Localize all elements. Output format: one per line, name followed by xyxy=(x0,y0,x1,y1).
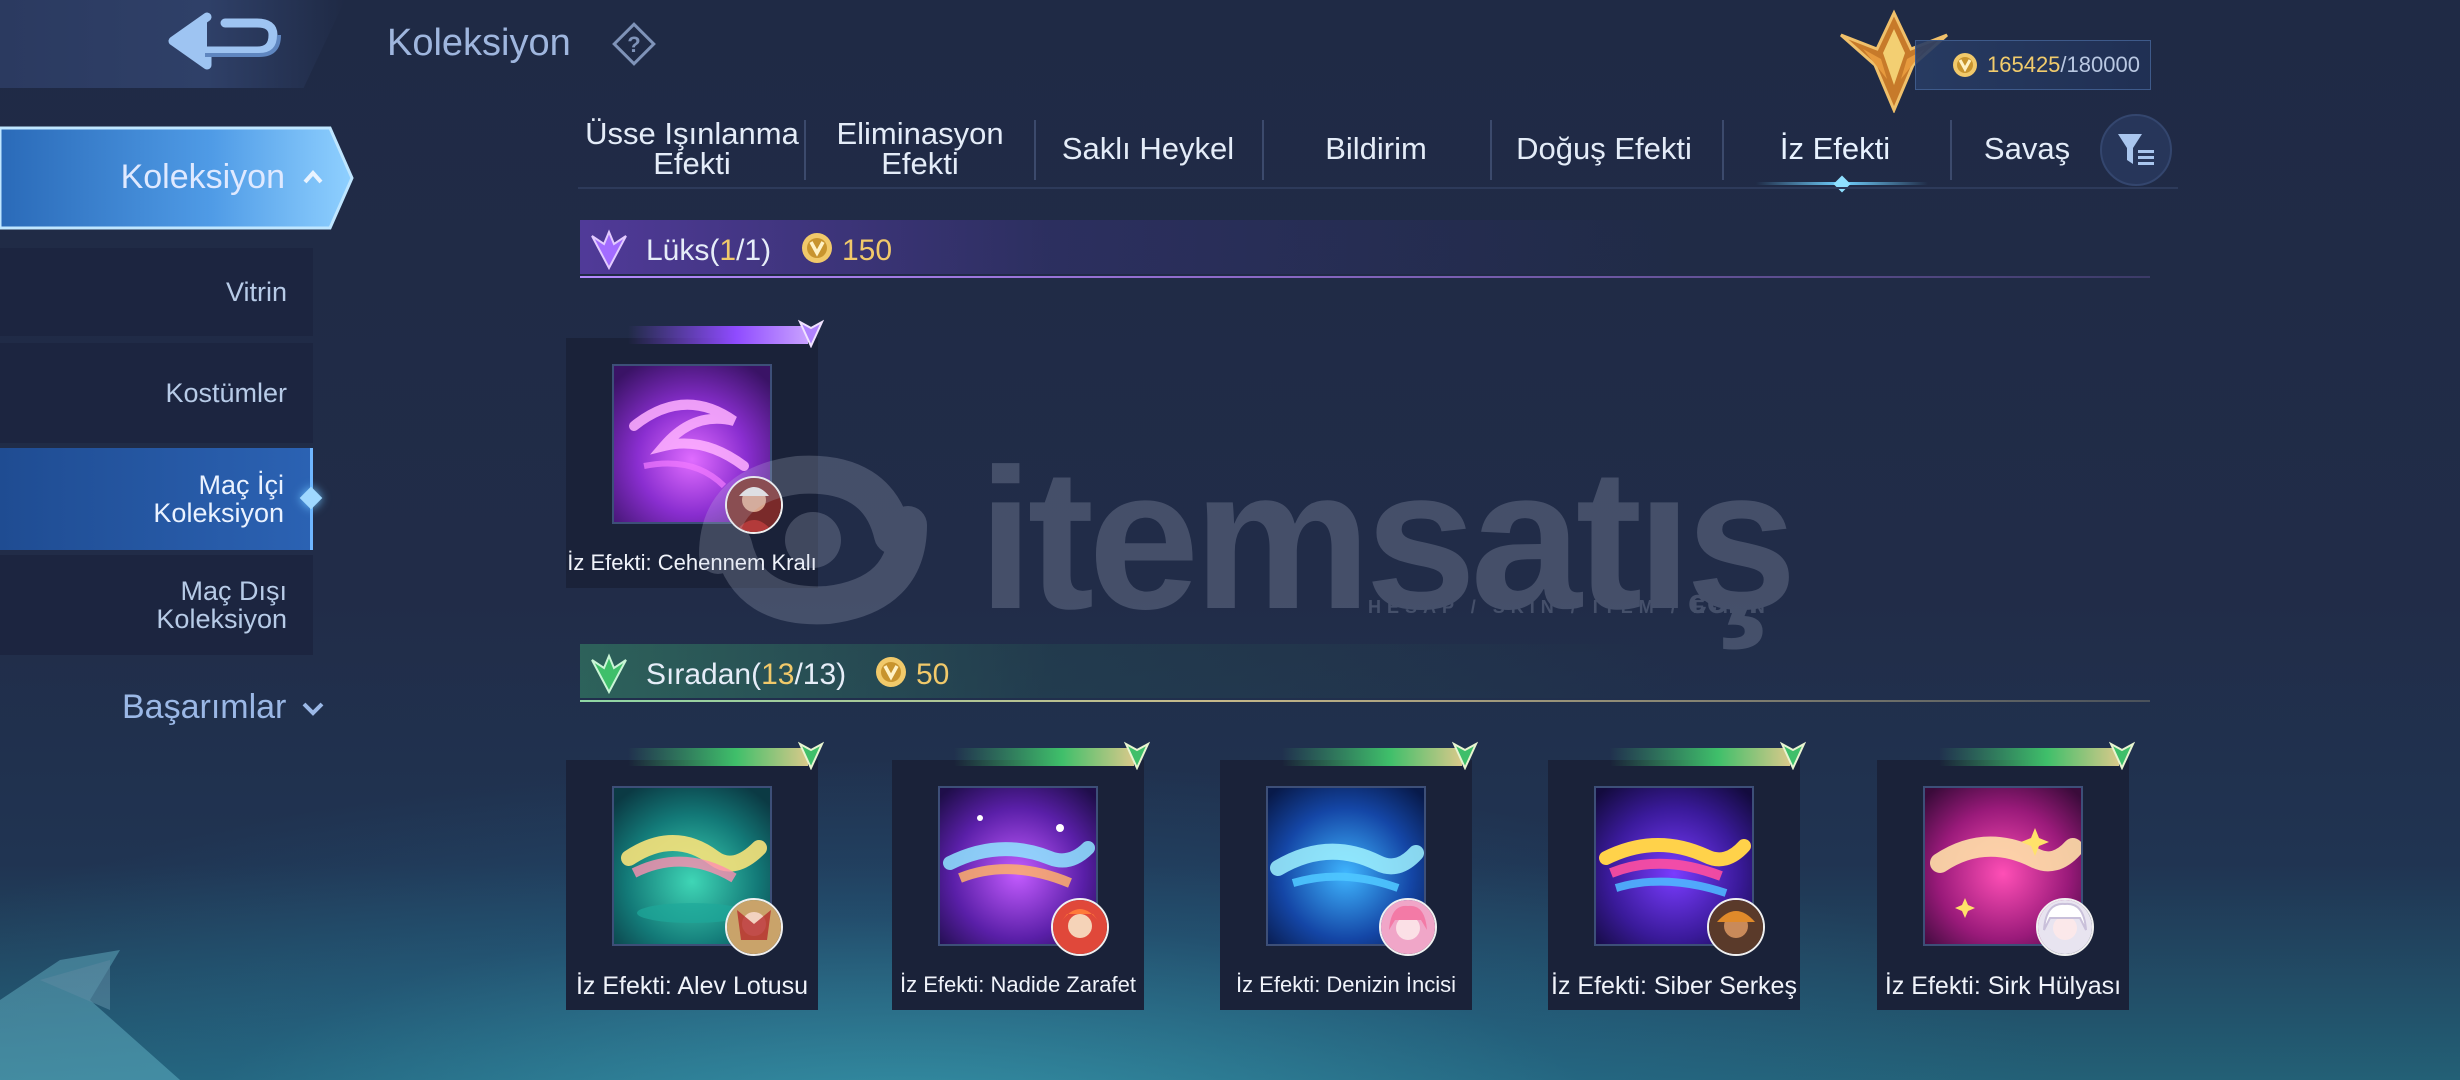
sidebar-item-label: Kostümler xyxy=(165,378,287,408)
tab-label: Üsse Işınlanma Efekti xyxy=(585,116,799,181)
tab-iz-efekti[interactable]: İz Efekti xyxy=(1728,110,1942,188)
hero-avatar xyxy=(1051,898,1109,956)
tab-label: Saklı Heykel xyxy=(1061,131,1235,166)
tab-bildirim[interactable]: Bildirim xyxy=(1262,110,1490,188)
help-icon: ? xyxy=(612,22,656,66)
coin-icon xyxy=(876,657,906,687)
tab-label: Doğuş Efekti xyxy=(1516,131,1692,166)
section-header-luks: Lüks(1/1) 150 xyxy=(580,220,2150,278)
sidebar-achievements[interactable]: Başarımlar xyxy=(122,688,326,727)
help-button[interactable]: ? xyxy=(612,22,656,66)
common-gem-icon xyxy=(591,653,627,694)
card-rarity-bar xyxy=(628,748,808,766)
corner-ornament xyxy=(0,950,180,1080)
card-name: İz Efekti: Cehennem Kralı xyxy=(567,550,817,575)
card-name: İz Efekti: Alev Lotusu xyxy=(575,972,809,1000)
section-total: 1 xyxy=(744,234,762,267)
chevron-down-icon xyxy=(302,702,324,716)
achievements-label: Başarımlar xyxy=(122,688,287,726)
tab-label: Bildirim xyxy=(1325,131,1427,166)
section-title: Sıradan(13/13) xyxy=(646,658,847,691)
section-header-siradan: Sıradan(13/13) 50 xyxy=(580,644,2150,702)
hero-avatar xyxy=(725,476,783,534)
card-name: İz Efekti: Sirk Hülyası xyxy=(1884,972,2122,1000)
card-rarity-bar xyxy=(1282,748,1462,766)
section-owned: 1 xyxy=(719,234,737,267)
currency-display[interactable]: 165425/180000 xyxy=(1915,40,2151,90)
section-title: Lüks(1/1) xyxy=(646,234,772,267)
page-title: Koleksiyon xyxy=(387,22,571,64)
tab-eliminasyon-efekti[interactable]: Eliminasyon Efekti xyxy=(806,110,1034,188)
filter-icon xyxy=(2118,134,2154,165)
help-symbol: ? xyxy=(627,32,640,57)
card-rarity-bar xyxy=(954,748,1134,766)
sidebar-item-label: Vitrin xyxy=(225,277,287,307)
sidebar-main-label: Koleksiyon xyxy=(120,158,285,196)
collection-card[interactable]: İz Efekti: Siber Serkeş xyxy=(1548,741,1806,1010)
card-rarity-bar xyxy=(1610,748,1790,766)
collection-card[interactable]: İz Efekti: Cehennem Kralı xyxy=(566,319,824,588)
tab-dogus-efekti[interactable]: Doğuş Efekti xyxy=(1490,110,1718,188)
luxury-gem-icon xyxy=(798,319,824,348)
tab-sakli-heykel[interactable]: Saklı Heykel xyxy=(1034,110,1262,188)
filter-button[interactable] xyxy=(2100,114,2172,186)
tabs-baseline xyxy=(578,187,2178,189)
coin-icon xyxy=(1953,53,1977,77)
hero-avatar xyxy=(1707,898,1765,956)
hero-avatar xyxy=(725,898,783,956)
currency-max: 180000 xyxy=(2066,52,2140,77)
coin-icon xyxy=(802,233,832,263)
collection-card[interactable]: İz Efekti: Denizin İncisi xyxy=(1220,741,1478,1010)
card-name: İz Efekti: Nadide Zarafet xyxy=(900,972,1136,997)
tab-label: İz Efekti xyxy=(1779,131,1891,166)
sidebar-item-mac-disi-koleksiyon[interactable]: Maç Dışı Koleksiyon xyxy=(0,555,313,655)
collection-card[interactable]: İz Efekti: Sirk Hülyası xyxy=(1877,741,2135,1010)
sidebar-main-koleksiyon[interactable]: Koleksiyon xyxy=(0,126,355,230)
watermark-text: itemsatış xyxy=(978,428,1797,651)
hero-avatar xyxy=(1379,898,1437,956)
tab-label: Savaş xyxy=(1983,131,2071,166)
section-total: 13 xyxy=(802,658,837,691)
sidebar-item-mac-ici-koleksiyon[interactable]: Maç İçi Koleksiyon xyxy=(0,448,313,550)
section-price: 50 xyxy=(916,658,950,691)
common-gem-icon xyxy=(2109,741,2135,770)
common-gem-icon xyxy=(798,741,824,770)
collection-card[interactable]: İz Efekti: Alev Lotusu xyxy=(566,741,824,1010)
sidebar-item-label: Maç İçi Koleksiyon xyxy=(153,470,284,528)
back-button[interactable] xyxy=(160,8,290,80)
watermark-suffix: com xyxy=(1688,583,1758,621)
section-owned: 13 xyxy=(761,658,795,691)
section-line xyxy=(580,276,2150,278)
back-arrow-icon xyxy=(168,12,281,70)
section-price: 150 xyxy=(842,234,893,267)
tab-savas[interactable]: Savaş xyxy=(1952,110,2102,188)
card-rarity-bar xyxy=(628,326,808,344)
sidebar-item-kostumler[interactable]: Kostümler xyxy=(0,343,313,443)
watermark-subtitle: HESAP / SKIN / ITEM / E-PIN xyxy=(1368,597,1771,617)
tab-usse-isinlanma-efekti[interactable]: Üsse Işınlanma Efekti xyxy=(578,110,806,188)
collection-card[interactable]: İz Efekti: Nadide Zarafet xyxy=(892,741,1150,1010)
chevron-up-icon xyxy=(303,169,323,184)
common-gem-icon xyxy=(1780,741,1806,770)
currency-current: 165425 xyxy=(1987,52,2061,77)
luxury-gem-icon xyxy=(591,229,627,270)
card-name: İz Efekti: Denizin İncisi xyxy=(1235,972,1457,997)
sidebar-item-vitrin[interactable]: Vitrin xyxy=(0,248,313,336)
section-line xyxy=(580,700,2150,702)
common-gem-icon xyxy=(1452,741,1478,770)
category-tabs: Üsse Işınlanma Efekti Eliminasyon Efekti… xyxy=(578,110,2178,193)
common-gem-icon xyxy=(1124,741,1150,770)
tab-divider xyxy=(1722,120,1724,180)
section-name: Sıradan xyxy=(646,658,752,691)
hero-avatar xyxy=(2036,898,2094,956)
card-rarity-bar xyxy=(1939,748,2119,766)
watermark: itemsatış HESAP / SKIN / ITEM / E-PIN co… xyxy=(678,428,1798,651)
card-name: İz Efekti: Siber Serkeş xyxy=(1551,972,1797,1000)
sidebar-item-label: Maç Dışı Koleksiyon xyxy=(156,576,287,634)
section-name: Lüks xyxy=(646,234,710,267)
tab-label: Eliminasyon Efekti xyxy=(836,116,1004,181)
